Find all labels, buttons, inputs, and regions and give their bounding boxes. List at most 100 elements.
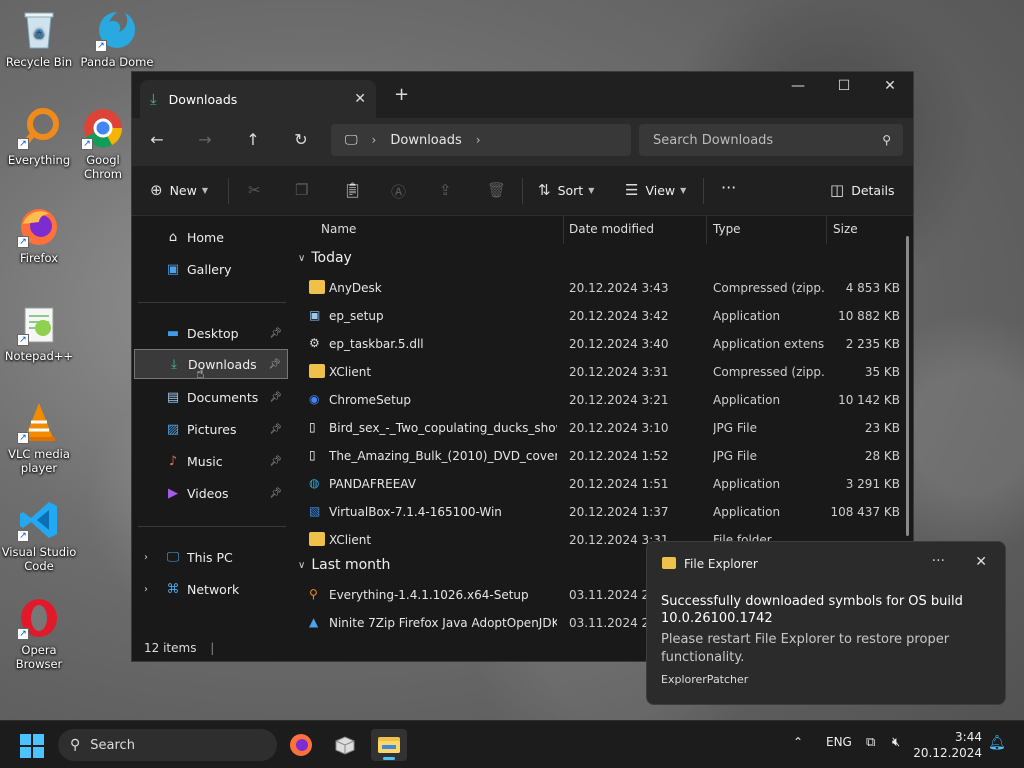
- sort-button[interactable]: ⇅ Sort ▼: [538, 181, 594, 199]
- address-bar[interactable]: 🖵 › Downloads ›: [331, 124, 631, 156]
- column-name[interactable]: Name: [321, 222, 356, 236]
- search-input[interactable]: Search Downloads ⚲: [639, 124, 903, 156]
- network-icon[interactable]: ⧉: [866, 735, 875, 750]
- file-row[interactable]: ⚙ ep_taskbar.5.dll 20.12.2024 3:40 Applicat…: [290, 330, 913, 358]
- nav-item-this-pc[interactable]: › 🖵 This PC: [134, 542, 288, 572]
- refresh-icon[interactable]: ↻: [289, 130, 313, 149]
- folder-icon: [662, 557, 676, 569]
- desktop-icon-recycle-bin[interactable]: ♻ Recycle Bin: [1, 8, 77, 69]
- file-row[interactable]: ▧ VirtualBox-7.1.4-165100-Win 20.12.2024 1…: [290, 498, 913, 526]
- nav-item-pictures[interactable]: ▨ Pictures 📌︎: [134, 414, 288, 444]
- nav-item-gallery[interactable]: ▣ Gallery: [134, 254, 288, 284]
- copy-button[interactable]: ❐: [295, 181, 315, 199]
- file-row[interactable]: ▣ ep_setup 20.12.2024 3:42 Application 10 88…: [290, 302, 913, 330]
- column-divider[interactable]: [706, 216, 707, 244]
- file-row[interactable]: ▯ Bird_sex_-_Two_copulating_ducks_showi..…: [290, 414, 913, 442]
- nav-item-documents[interactable]: ▤ Documents 📌︎: [134, 382, 288, 412]
- taskbar-app[interactable]: [327, 729, 363, 761]
- nav-divider: [138, 302, 286, 303]
- scrollbar[interactable]: [906, 236, 909, 536]
- desktop-icon-opera[interactable]: ↗ Opera Browser: [1, 596, 77, 671]
- pin-icon[interactable]: 📌︎: [269, 328, 282, 339]
- delete-button[interactable]: 🗑︎: [487, 181, 513, 199]
- column-divider[interactable]: [563, 216, 564, 244]
- nav-item-music[interactable]: ♪ Music 📌︎: [134, 446, 288, 476]
- taskbar-file-explorer[interactable]: [371, 729, 407, 761]
- view-button[interactable]: ☰ View ▼: [625, 181, 686, 199]
- pin-icon[interactable]: 📌︎: [269, 456, 282, 467]
- column-divider[interactable]: [826, 216, 827, 244]
- new-button[interactable]: ⊕ New ▼: [150, 181, 208, 199]
- tab-downloads[interactable]: ⤓ Downloads ✕: [140, 80, 376, 118]
- column-size[interactable]: Size: [833, 222, 858, 236]
- rename-button[interactable]: Ⓐ: [391, 181, 413, 202]
- back-arrow-icon[interactable]: ←: [145, 130, 169, 149]
- taskbar-firefox[interactable]: [283, 729, 319, 761]
- folder-icon: [309, 532, 325, 546]
- close-icon[interactable]: ✕: [975, 554, 987, 570]
- pin-icon[interactable]: 📌︎: [268, 359, 281, 370]
- svg-text:♻: ♻: [34, 27, 45, 41]
- paste-button[interactable]: 📋︎: [343, 181, 369, 199]
- file-row[interactable]: ◉ ChromeSetup 20.12.2024 3:21 Application 10…: [290, 386, 913, 414]
- chevron-up-icon[interactable]: ⌃: [793, 735, 803, 749]
- close-icon[interactable]: ✕: [867, 72, 913, 102]
- file-type: Application: [713, 309, 781, 323]
- column-type[interactable]: Type: [713, 222, 741, 236]
- forward-arrow-icon[interactable]: →: [193, 130, 217, 149]
- desktop-icon-panda-dome[interactable]: ↗ Panda Dome: [79, 8, 155, 69]
- language-indicator[interactable]: ENG: [826, 735, 852, 749]
- ellipsis-icon[interactable]: ···: [932, 553, 945, 569]
- details-pane-button[interactable]: ◫ Details: [830, 181, 895, 199]
- group-header-last-month[interactable]: ∨ Last month: [298, 557, 390, 573]
- gallery-icon: ▣: [166, 261, 180, 277]
- tab-close-icon[interactable]: ✕: [354, 91, 366, 107]
- nav-item-network[interactable]: › ⌘ Network: [134, 574, 288, 604]
- pin-icon[interactable]: 📌︎: [269, 424, 282, 435]
- notification-toast[interactable]: File Explorer ··· ✕ Successfully downloa…: [646, 541, 1006, 705]
- column-date-modified[interactable]: Date modified: [569, 222, 654, 236]
- breadcrumb-downloads[interactable]: Downloads: [390, 133, 461, 148]
- desktop-icon-everything[interactable]: ↗ Everything: [1, 106, 77, 167]
- cut-button[interactable]: ✂: [248, 181, 268, 199]
- desktop-icon-vlc[interactable]: ↗ VLC media player: [1, 400, 77, 475]
- nav-item-desktop[interactable]: ▬ Desktop 📌︎: [134, 318, 288, 348]
- file-row[interactable]: ▯ The_Amazing_Bulk_(2010)_DVD_cover_art 20…: [290, 442, 913, 470]
- group-label: Today: [311, 250, 352, 266]
- nav-item-downloads[interactable]: ⤓ Downloads 📌︎: [134, 349, 288, 379]
- chevron-right-icon[interactable]: ›: [476, 133, 481, 147]
- share-button[interactable]: ⇪: [439, 181, 459, 199]
- taskbar-search[interactable]: ⚲ Search: [58, 729, 277, 761]
- file-name: ep_setup: [329, 309, 384, 323]
- nav-item-videos[interactable]: ▶ Videos 📌︎: [134, 478, 288, 508]
- search-placeholder: Search Downloads: [653, 132, 774, 148]
- file-row[interactable]: XClient 20.12.2024 3:31 Compressed (zipp..…: [290, 358, 913, 386]
- chevron-right-icon[interactable]: ›: [144, 584, 148, 595]
- clock[interactable]: 3:44 20.12.2024: [913, 729, 982, 761]
- minimize-icon[interactable]: —: [775, 72, 821, 102]
- image-file-icon: ▯: [309, 420, 316, 434]
- pin-icon[interactable]: 📌︎: [269, 488, 282, 499]
- desktop-icon-firefox[interactable]: ↗ Firefox: [1, 204, 77, 265]
- group-header-today[interactable]: ∨ Today: [298, 250, 352, 266]
- file-type: JPG File: [713, 421, 757, 435]
- nav-item-home[interactable]: ⌂ Home: [134, 222, 288, 252]
- desktop-icon-chrome[interactable]: ↗ Googl Chrom: [79, 106, 127, 181]
- new-tab-icon[interactable]: +: [394, 84, 409, 105]
- file-name: VirtualBox-7.1.4-165100-Win: [329, 505, 502, 519]
- computer-icon: 🖵: [345, 132, 358, 148]
- notification-bell-icon[interactable]: 🔔︎: [988, 735, 1006, 751]
- file-row[interactable]: ◍ PANDAFREEAV 20.12.2024 1:51 Application 3 …: [290, 470, 913, 498]
- desktop-icon-vscode[interactable]: ↗ Visual Studio Code: [1, 498, 77, 573]
- file-row[interactable]: AnyDesk 20.12.2024 3:43 Compressed (zipp..…: [290, 274, 913, 302]
- document-icon: ▤: [166, 389, 180, 405]
- mute-icon[interactable]: 🔇︎: [892, 735, 900, 750]
- chevron-right-icon[interactable]: ›: [144, 552, 148, 563]
- more-options-button[interactable]: ···: [721, 178, 736, 197]
- title-bar: ⤓ Downloads ✕ + — ☐ ✕: [132, 72, 913, 118]
- pin-icon[interactable]: 📌︎: [269, 392, 282, 403]
- maximize-icon[interactable]: ☐: [821, 72, 867, 102]
- desktop-icon-notepadpp[interactable]: ↗ Notepad++: [1, 302, 77, 363]
- up-arrow-icon[interactable]: ↑: [241, 130, 265, 149]
- windows-start-icon[interactable]: [20, 734, 44, 758]
